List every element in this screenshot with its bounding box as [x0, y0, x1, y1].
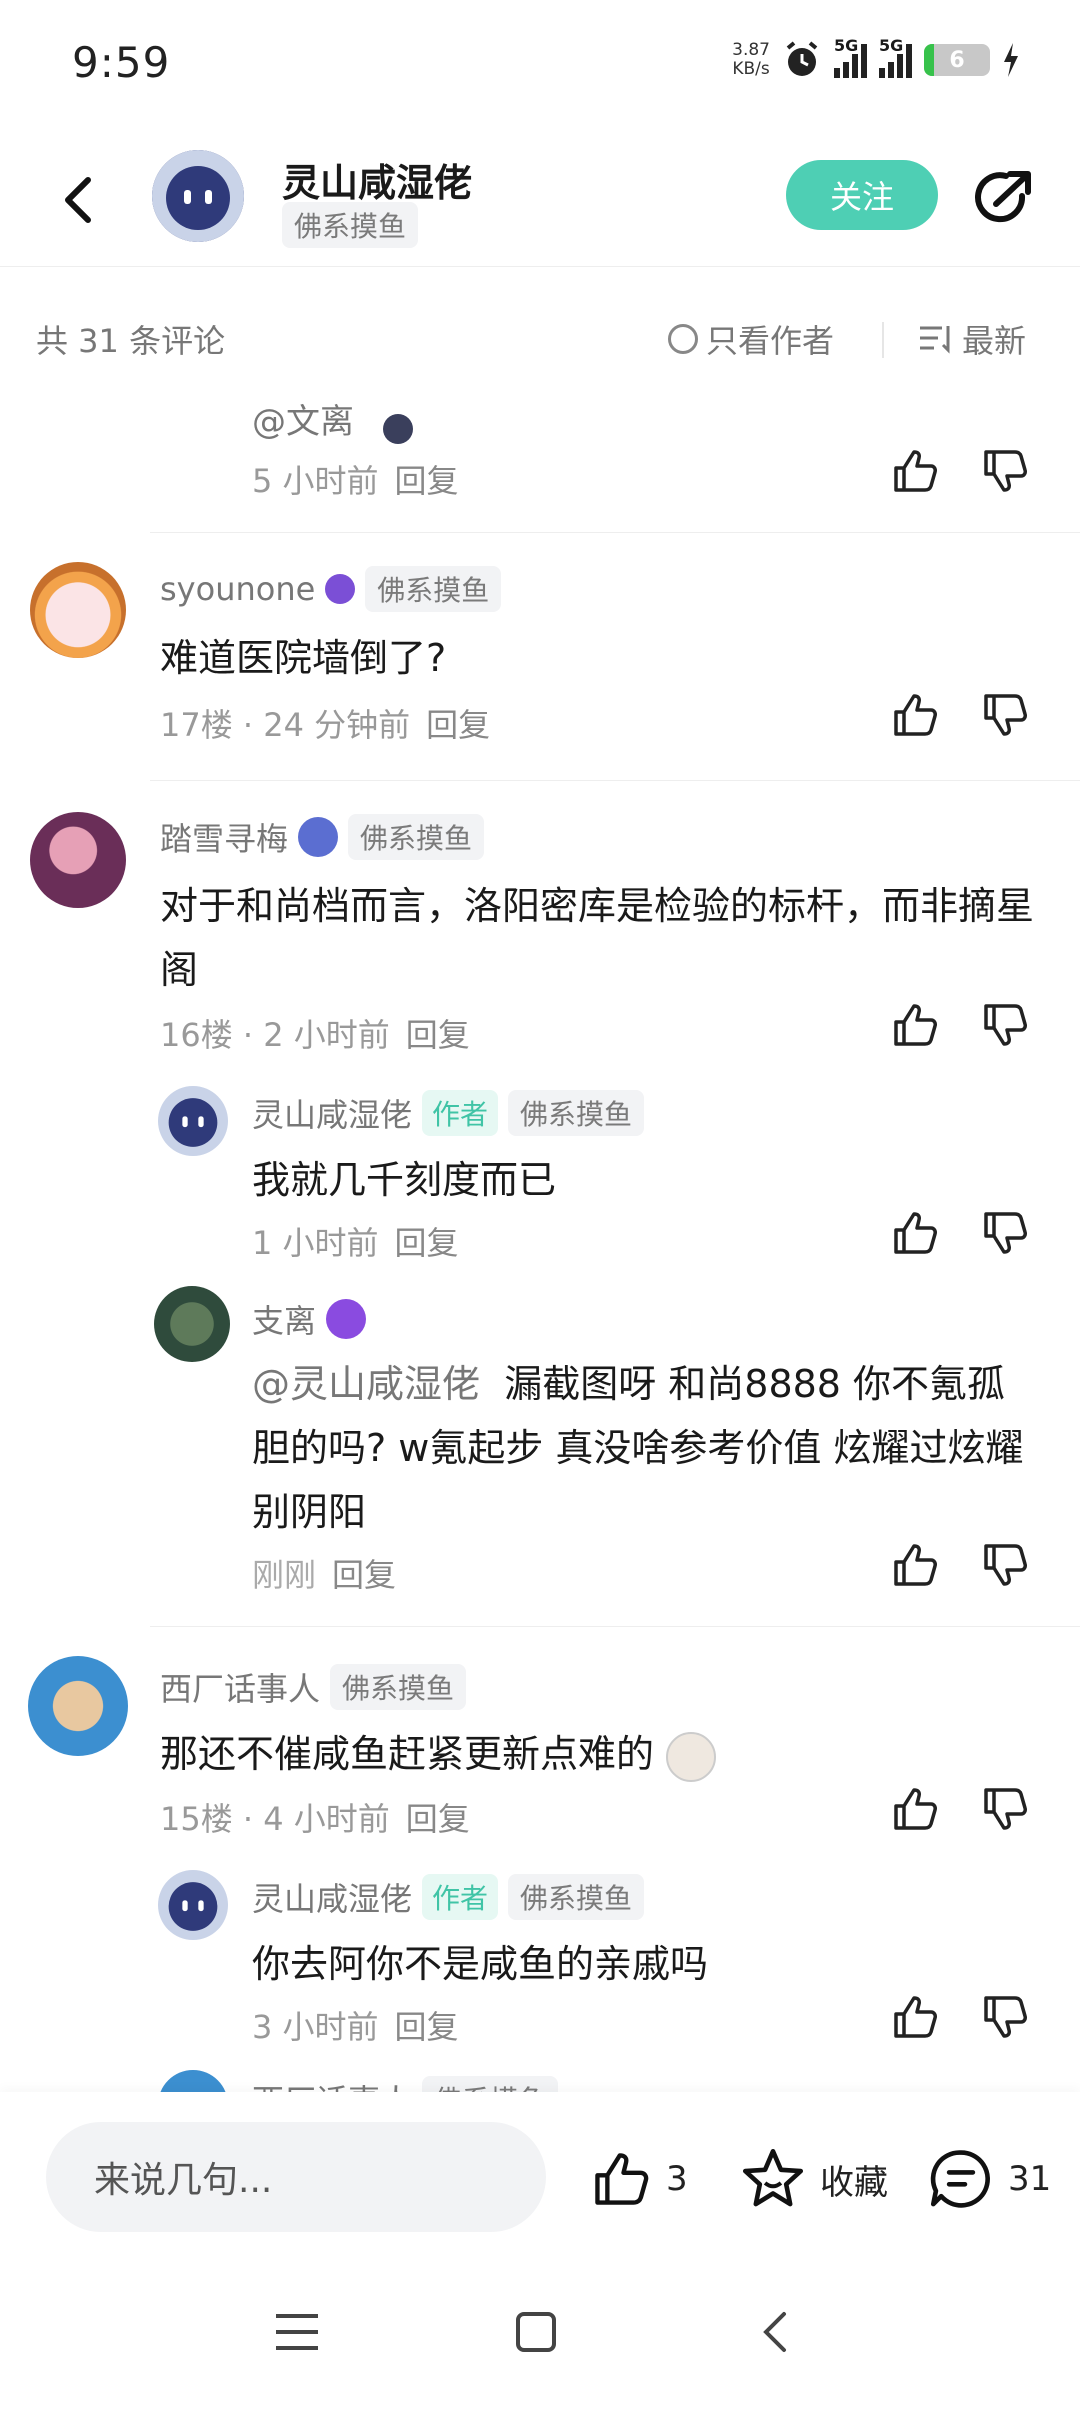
thumbs-up-icon[interactable]	[890, 1784, 940, 1834]
back-nav-icon[interactable]	[752, 2308, 800, 2356]
comment-meta: 15楼 · 4 小时前 回复	[160, 1800, 470, 1838]
comment-meta: 5 小时前 回复	[252, 462, 459, 500]
comment-text: 你去阿你不是咸鱼的亲戚吗	[252, 1942, 709, 1986]
thumbs-up-icon[interactable]	[890, 1992, 940, 2042]
reply-button[interactable]: 回复	[395, 2008, 459, 2046]
comment-text: 那还不催咸鱼赶紧更新点难的	[160, 1722, 717, 1786]
battery-icon: 6	[924, 44, 990, 76]
reply-button[interactable]: 回复	[332, 1556, 396, 1594]
alarm-icon	[786, 41, 818, 76]
vote-buttons	[890, 690, 1030, 740]
comment-user: 踏雪寻梅 佛系摸鱼	[160, 814, 485, 860]
signal-2-icon: 5G	[879, 36, 912, 78]
comment-user: 支离	[252, 1296, 367, 1342]
reply-button[interactable]: 回复	[395, 1224, 459, 1262]
trophy-badge-icon	[326, 1299, 367, 1339]
vote-buttons	[890, 1540, 1030, 1590]
author-name[interactable]: 灵山咸湿佬	[282, 152, 472, 207]
reply-button[interactable]: 回复	[406, 1800, 470, 1838]
comment-text: 难道医院墙倒了?	[160, 636, 447, 680]
comment-count: 共 31 条评论	[36, 322, 226, 360]
emoji-icon	[666, 1731, 717, 1782]
reply-button[interactable]: 回复	[426, 706, 490, 744]
user-avatar[interactable]	[158, 1086, 228, 1156]
thumbs-down-icon[interactable]	[980, 1208, 1030, 1258]
sort-toggle[interactable]: 最新	[918, 316, 1026, 362]
user-avatar[interactable]	[154, 1286, 230, 1362]
user-avatar[interactable]	[30, 562, 126, 658]
thumbs-up-icon[interactable]	[890, 1540, 940, 1590]
thumbs-up-icon[interactable]	[890, 690, 940, 740]
sort-icon	[920, 326, 950, 354]
collect-button[interactable]: 收藏	[740, 2146, 888, 2212]
thumbs-down-icon[interactable]	[980, 690, 1030, 740]
mention-link[interactable]: @灵山咸湿佬	[252, 1362, 480, 1406]
comment-text: 对于和尚档而言，洛阳密库是检验的标杆，而非摘星阁	[160, 884, 1035, 992]
thumbs-down-icon[interactable]	[980, 1784, 1030, 1834]
home-icon[interactable]	[512, 2308, 560, 2356]
comment-input[interactable]: 来说几句...	[46, 2122, 546, 2232]
vote-buttons	[890, 1992, 1030, 2042]
share-icon[interactable]	[972, 166, 1036, 230]
comment-meta: 刚刚 回复	[252, 1556, 397, 1594]
thumbs-up-icon[interactable]	[890, 1000, 940, 1050]
vote-buttons	[890, 1784, 1030, 1834]
comment-user: 灵山咸湿佬 作者 佛系摸鱼	[252, 1874, 645, 1920]
back-icon[interactable]	[50, 170, 110, 230]
author-badge: 作者	[422, 1874, 499, 1920]
vote-buttons	[890, 1000, 1030, 1050]
thumbs-down-icon[interactable]	[980, 1000, 1030, 1050]
post-header: 灵山咸湿佬 佛系摸鱼 关注	[0, 140, 1080, 267]
thumbs-up-icon	[595, 2153, 649, 2205]
menu-icon[interactable]	[272, 2310, 322, 2354]
comment-bubble-icon	[930, 2150, 990, 2208]
vote-buttons	[890, 446, 1030, 496]
comment-meta: 3 小时前 回复	[252, 2008, 459, 2046]
star-icon	[742, 2148, 804, 2207]
thumbs-down-icon[interactable]	[980, 1540, 1030, 1590]
gamepad-badge-icon	[298, 817, 339, 857]
author-tag: 佛系摸鱼	[282, 202, 419, 248]
system-nav-bar	[0, 2270, 1080, 2403]
only-author-toggle[interactable]: 只看作者	[668, 316, 834, 362]
divider	[150, 1626, 1080, 1627]
user-avatar[interactable]	[28, 1656, 128, 1756]
comment-meta: 1 小时前 回复	[252, 1224, 459, 1262]
like-button[interactable]: 3	[590, 2148, 688, 2210]
thumbs-down-icon[interactable]	[980, 1992, 1030, 2042]
user-avatar[interactable]	[30, 812, 126, 908]
signal-1-icon: 5G	[834, 36, 867, 78]
follow-button[interactable]: 关注	[786, 160, 938, 230]
divider	[882, 322, 884, 358]
thumbs-up-icon[interactable]	[890, 446, 940, 496]
status-time: 9:59	[72, 38, 171, 87]
divider	[150, 780, 1080, 781]
reply-button[interactable]: 回复	[406, 1016, 470, 1054]
comment-partial: @文离	[252, 394, 414, 444]
vote-buttons	[890, 1208, 1030, 1258]
comment-text: 我就几千刻度而已	[252, 1158, 557, 1202]
user-avatar[interactable]	[158, 1870, 228, 1940]
medal-icon	[383, 413, 414, 444]
comment-user: 灵山咸湿佬 作者 佛系摸鱼	[252, 1090, 645, 1136]
reply-button[interactable]: 回复	[395, 462, 459, 500]
thumbs-down-icon[interactable]	[980, 446, 1030, 496]
comment-meta: 16楼 · 2 小时前 回复	[160, 1016, 470, 1054]
author-badge: 作者	[422, 1090, 499, 1136]
network-speed: 3.87 KB/s	[732, 40, 770, 79]
divider	[150, 532, 1080, 533]
comment-meta: 17楼 · 24 分钟前 回复	[160, 706, 491, 744]
author-avatar[interactable]	[152, 150, 244, 242]
comment-user: syounone 佛系摸鱼	[160, 566, 502, 612]
comment-text: @灵山咸湿佬 漏截图呀 和尚8888 你不氪孤胆的吗? w氪起步 真没啥参考价值…	[252, 1362, 1024, 1534]
comments-button[interactable]: 31	[928, 2146, 1051, 2212]
comment-user: 西厂话事人 佛系摸鱼	[160, 1664, 467, 1710]
level-badge-icon	[325, 574, 356, 604]
charging-icon	[1004, 43, 1018, 77]
status-icons: 3.87 KB/s 5G 5G 6	[732, 36, 1020, 80]
radio-circle-icon	[668, 324, 698, 354]
thumbs-up-icon[interactable]	[890, 1208, 940, 1258]
